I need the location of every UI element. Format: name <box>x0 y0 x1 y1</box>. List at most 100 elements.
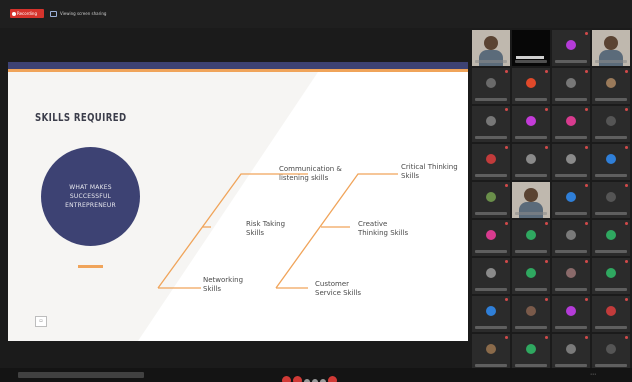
participant-tile[interactable] <box>552 144 590 180</box>
skill-networking-label: Networking Skills <box>203 276 244 293</box>
muted-mic-icon <box>625 108 628 111</box>
participant-avatar-icon <box>566 230 576 240</box>
muted-mic-icon <box>505 336 508 339</box>
participant-name <box>475 364 507 367</box>
participant-avatar-icon <box>566 344 576 354</box>
participant-tile[interactable] <box>512 296 550 332</box>
participant-tile[interactable] <box>592 68 630 104</box>
participant-name <box>595 326 627 329</box>
participant-tile[interactable] <box>512 30 550 66</box>
participant-tile[interactable] <box>592 106 630 142</box>
muted-mic-icon <box>505 70 508 73</box>
skill-critical-label: Critical Thinking Skills <box>401 163 458 180</box>
participant-tile[interactable] <box>592 30 630 66</box>
participant-avatar-icon <box>606 154 616 164</box>
participant-avatar-icon <box>606 344 616 354</box>
skill-customer-service: Customer Service Skills <box>315 280 375 298</box>
participant-video <box>484 36 498 50</box>
skill-networking: Networking Skills <box>203 276 251 294</box>
participant-tile[interactable] <box>592 258 630 294</box>
participant-name <box>595 288 627 291</box>
participant-tile[interactable] <box>552 296 590 332</box>
screen-share-label: Viewing screen sharing <box>60 11 107 16</box>
muted-mic-icon <box>545 70 548 73</box>
participant-tile[interactable] <box>592 220 630 256</box>
participant-tile[interactable] <box>592 144 630 180</box>
participant-tile[interactable] <box>512 258 550 294</box>
participant-tile[interactable] <box>512 334 550 370</box>
muted-mic-icon <box>625 298 628 301</box>
participant-tile[interactable] <box>552 182 590 218</box>
control-buttons <box>282 370 339 382</box>
mute-button[interactable] <box>282 376 291 382</box>
participant-tile[interactable] <box>552 30 590 66</box>
participant-avatar-icon <box>486 116 496 126</box>
participant-tile[interactable] <box>512 220 550 256</box>
participant-name <box>555 136 587 139</box>
muted-mic-icon <box>505 146 508 149</box>
participant-name <box>555 326 587 329</box>
participant-name <box>555 60 587 63</box>
participant-tile[interactable] <box>552 68 590 104</box>
participant-name <box>515 212 547 215</box>
skill-creative-thinking: Creative Thinking Skills <box>358 220 416 238</box>
participant-name-strip <box>516 56 544 59</box>
participant-tile[interactable] <box>592 182 630 218</box>
participant-name <box>555 250 587 253</box>
participant-avatar-icon <box>486 192 496 202</box>
muted-mic-icon <box>585 298 588 301</box>
participant-name <box>595 136 627 139</box>
participant-tile[interactable] <box>472 258 510 294</box>
muted-mic-icon <box>545 336 548 339</box>
recording-indicator[interactable]: Recording <box>10 9 44 18</box>
participant-tile[interactable] <box>472 182 510 218</box>
screen-share-indicator[interactable]: Viewing screen sharing <box>50 9 106 18</box>
muted-mic-icon <box>625 70 628 73</box>
participant-tile[interactable] <box>592 334 630 370</box>
slide-note-icon[interactable]: ▫ <box>35 316 47 327</box>
muted-mic-icon <box>505 260 508 263</box>
skill-communication: Communication & listening skills <box>279 165 355 183</box>
participant-tile[interactable] <box>512 144 550 180</box>
video-button[interactable] <box>293 376 302 382</box>
participant-name <box>475 60 507 63</box>
participant-avatar-icon <box>566 154 576 164</box>
participant-avatar-icon <box>486 78 496 88</box>
view-options-icon[interactable]: ⋯ <box>590 371 596 378</box>
muted-mic-icon <box>545 108 548 111</box>
skill-risk-taking: Risk Taking Skills <box>246 220 294 238</box>
participant-avatar-icon <box>606 116 616 126</box>
participant-tile[interactable] <box>472 68 510 104</box>
participant-tile[interactable] <box>512 106 550 142</box>
skill-risk-label: Risk Taking Skills <box>246 220 286 237</box>
participant-grid <box>472 30 632 376</box>
participant-avatar-icon <box>566 78 576 88</box>
participant-tile[interactable] <box>512 68 550 104</box>
skill-critical-thinking: Critical Thinking Skills <box>401 163 459 181</box>
participant-body <box>599 50 623 66</box>
participant-avatar-icon <box>526 268 536 278</box>
participant-avatar-icon <box>526 78 536 88</box>
leave-button[interactable] <box>328 376 337 382</box>
participant-tile[interactable] <box>512 182 550 218</box>
participant-tile[interactable] <box>472 106 510 142</box>
participant-body <box>479 50 503 66</box>
muted-mic-icon <box>625 222 628 225</box>
participant-name <box>475 98 507 101</box>
participant-tile[interactable] <box>472 220 510 256</box>
participant-tile[interactable] <box>552 220 590 256</box>
participant-tile[interactable] <box>552 258 590 294</box>
participant-tile[interactable] <box>592 296 630 332</box>
participant-tile[interactable] <box>472 144 510 180</box>
participant-tile[interactable] <box>552 334 590 370</box>
participant-name <box>595 250 627 253</box>
participant-tile[interactable] <box>472 30 510 66</box>
participant-tile[interactable] <box>472 334 510 370</box>
participant-name <box>595 212 627 215</box>
participant-tile[interactable] <box>472 296 510 332</box>
participant-avatar-icon <box>566 192 576 202</box>
participant-name <box>595 98 627 101</box>
participant-tile[interactable] <box>552 106 590 142</box>
participant-avatar-icon <box>486 344 496 354</box>
participant-name <box>595 60 627 63</box>
